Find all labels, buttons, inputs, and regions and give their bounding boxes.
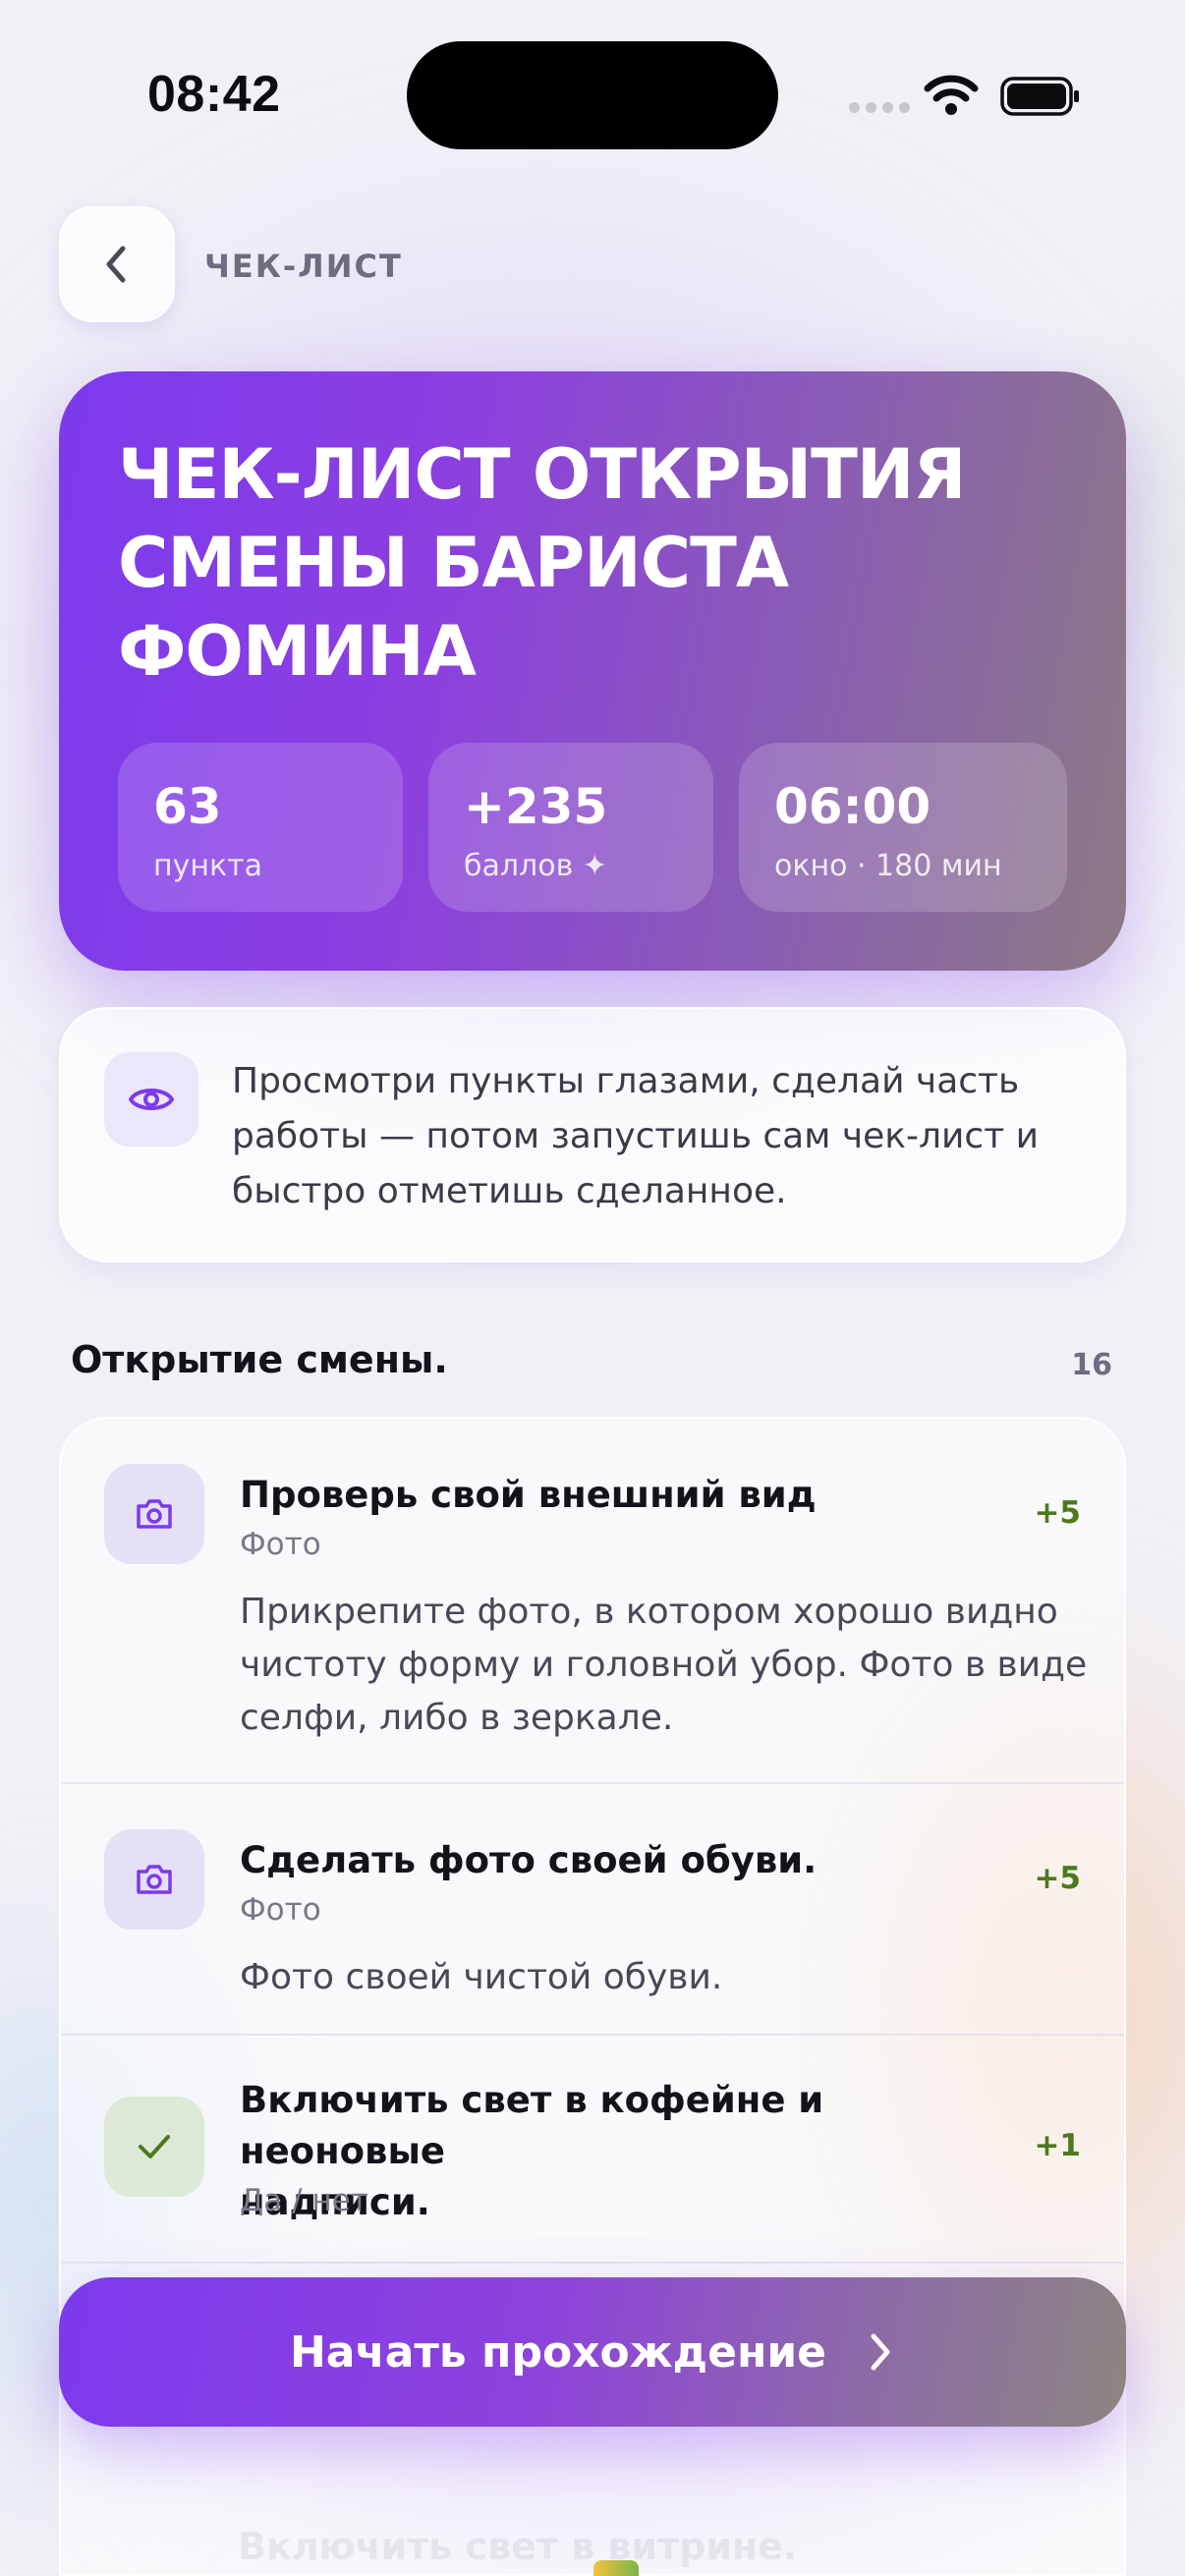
stat-value: 06:00 — [774, 778, 931, 835]
status-time: 08:42 — [147, 66, 281, 123]
item-title: Проверь свой внешний вид — [240, 1474, 817, 1516]
stat-label: баллов ✦ — [464, 849, 607, 883]
eye-icon — [104, 1052, 198, 1147]
stat-label: пункта — [153, 849, 262, 883]
stat-label: окно · 180 мин — [774, 849, 1002, 883]
item-type: Да / нет — [240, 2183, 368, 2218]
item-description: Фото своей чистой обуви. — [240, 1957, 723, 1997]
item-icon-partial — [593, 2560, 639, 2576]
list-item[interactable]: Сделать фото своей обуви. Фото +5 Фото с… — [61, 1784, 1124, 2034]
back-button[interactable] — [59, 206, 175, 322]
item-title: Сделать фото своей обуви. — [240, 1839, 818, 1881]
checklist-title: ЧЕК-ЛИСТ ОТКРЫТИЯ СМЕНЫ БАРИСТА ФОМИНА — [118, 434, 966, 692]
item-points: +5 — [1034, 1495, 1081, 1531]
dynamic-island — [407, 41, 778, 149]
item-type: Фото — [240, 1892, 321, 1928]
check-icon — [104, 2097, 204, 2197]
item-points: +5 — [1034, 1861, 1081, 1896]
checklist-hero-card: ЧЕК-ЛИСТ ОТКРЫТИЯ СМЕНЫ БАРИСТА ФОМИНА 6… — [59, 371, 1126, 971]
stat-value: +235 — [464, 778, 608, 835]
start-checklist-label: Начать прохождение — [289, 2326, 827, 2378]
item-type: Фото — [240, 1527, 321, 1562]
start-checklist-button[interactable]: Начать прохождение — [59, 2277, 1126, 2427]
stat-time-window: 06:00 окно · 180 мин — [739, 743, 1067, 912]
chevron-left-icon — [106, 246, 126, 283]
section-count: 16 — [1071, 1348, 1112, 1382]
list-item[interactable]: Включить свет в кофейне и неоновые надпи… — [61, 2036, 1124, 2262]
battery-icon — [1000, 77, 1079, 116]
divider — [61, 2262, 1124, 2264]
info-text: Просмотри пункты глазами, сделай часть р… — [232, 1061, 1040, 1211]
camera-icon — [104, 1829, 204, 1930]
camera-icon — [104, 1464, 204, 1564]
section-title: Открытие смены. — [71, 1338, 448, 1381]
item-title-partial: Включить свет в витрине. — [238, 2525, 798, 2568]
cellular-signal-icon — [849, 102, 910, 113]
stat-points: +235 баллов ✦ — [428, 743, 713, 912]
stat-items-count: 63 пункта — [118, 743, 403, 912]
item-points: +1 — [1034, 2128, 1081, 2163]
page-title: ЧЕК-ЛИСТ — [204, 248, 403, 285]
info-card: Просмотри пункты глазами, сделай часть р… — [59, 1007, 1126, 1262]
stat-value: 63 — [153, 778, 222, 835]
item-description: Прикрепите фото, в котором хорошо видно … — [240, 1592, 1088, 1738]
status-bar: 08:42 — [0, 0, 1185, 196]
wifi-icon — [924, 75, 979, 115]
chevron-right-icon — [871, 2333, 890, 2371]
list-item[interactable]: Проверь свой внешний вид Фото +5 Прикреп… — [61, 1419, 1124, 1782]
